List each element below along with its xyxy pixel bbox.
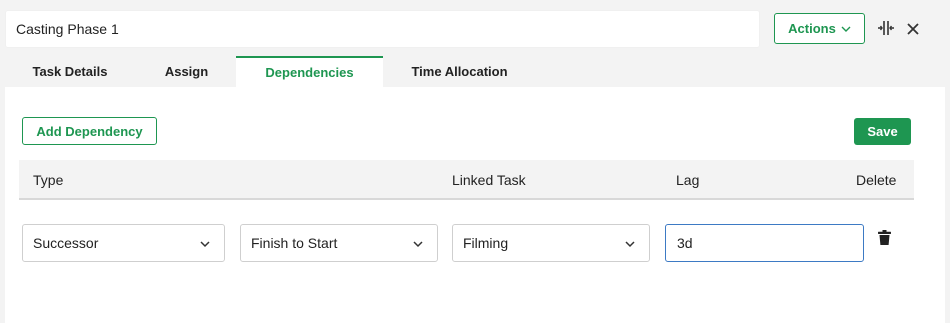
tab-task-details[interactable]: Task Details <box>5 56 135 87</box>
dependencies-panel: Add Dependency Save Type Linked Task Lag… <box>5 87 945 323</box>
tab-dependencies[interactable]: Dependencies <box>236 56 383 87</box>
type-select[interactable]: Successor <box>22 224 225 262</box>
trash-icon[interactable] <box>878 230 891 245</box>
add-dependency-button[interactable]: Add Dependency <box>22 117 157 145</box>
relation-select-value: Finish to Start <box>251 235 338 251</box>
save-button[interactable]: Save <box>854 118 911 145</box>
linked-task-select-value: Filming <box>463 235 509 251</box>
actions-button[interactable]: Actions <box>774 13 865 44</box>
column-header-linked-task: Linked Task <box>452 172 526 188</box>
chevron-down-icon <box>413 241 423 248</box>
table-header: Type Linked Task Lag Delete <box>19 160 914 200</box>
chevron-down-icon <box>200 241 210 248</box>
column-header-delete: Delete <box>856 172 897 188</box>
actions-label: Actions <box>788 21 836 36</box>
column-header-lag: Lag <box>676 172 700 188</box>
split-view-icon[interactable] <box>877 19 895 37</box>
chevron-down-icon <box>841 26 851 32</box>
column-header-type: Type <box>33 172 64 188</box>
close-icon[interactable] <box>906 22 920 36</box>
tab-bar: Task Details Assign Dependencies Time Al… <box>5 56 945 87</box>
task-title-field[interactable] <box>5 10 760 48</box>
relation-select[interactable]: Finish to Start <box>240 224 438 262</box>
chevron-down-icon <box>625 241 635 248</box>
linked-task-select[interactable]: Filming <box>452 224 650 262</box>
type-select-value: Successor <box>33 235 99 251</box>
tab-time-allocation[interactable]: Time Allocation <box>383 56 536 87</box>
tab-assign[interactable]: Assign <box>135 56 238 87</box>
lag-input[interactable] <box>665 224 864 262</box>
